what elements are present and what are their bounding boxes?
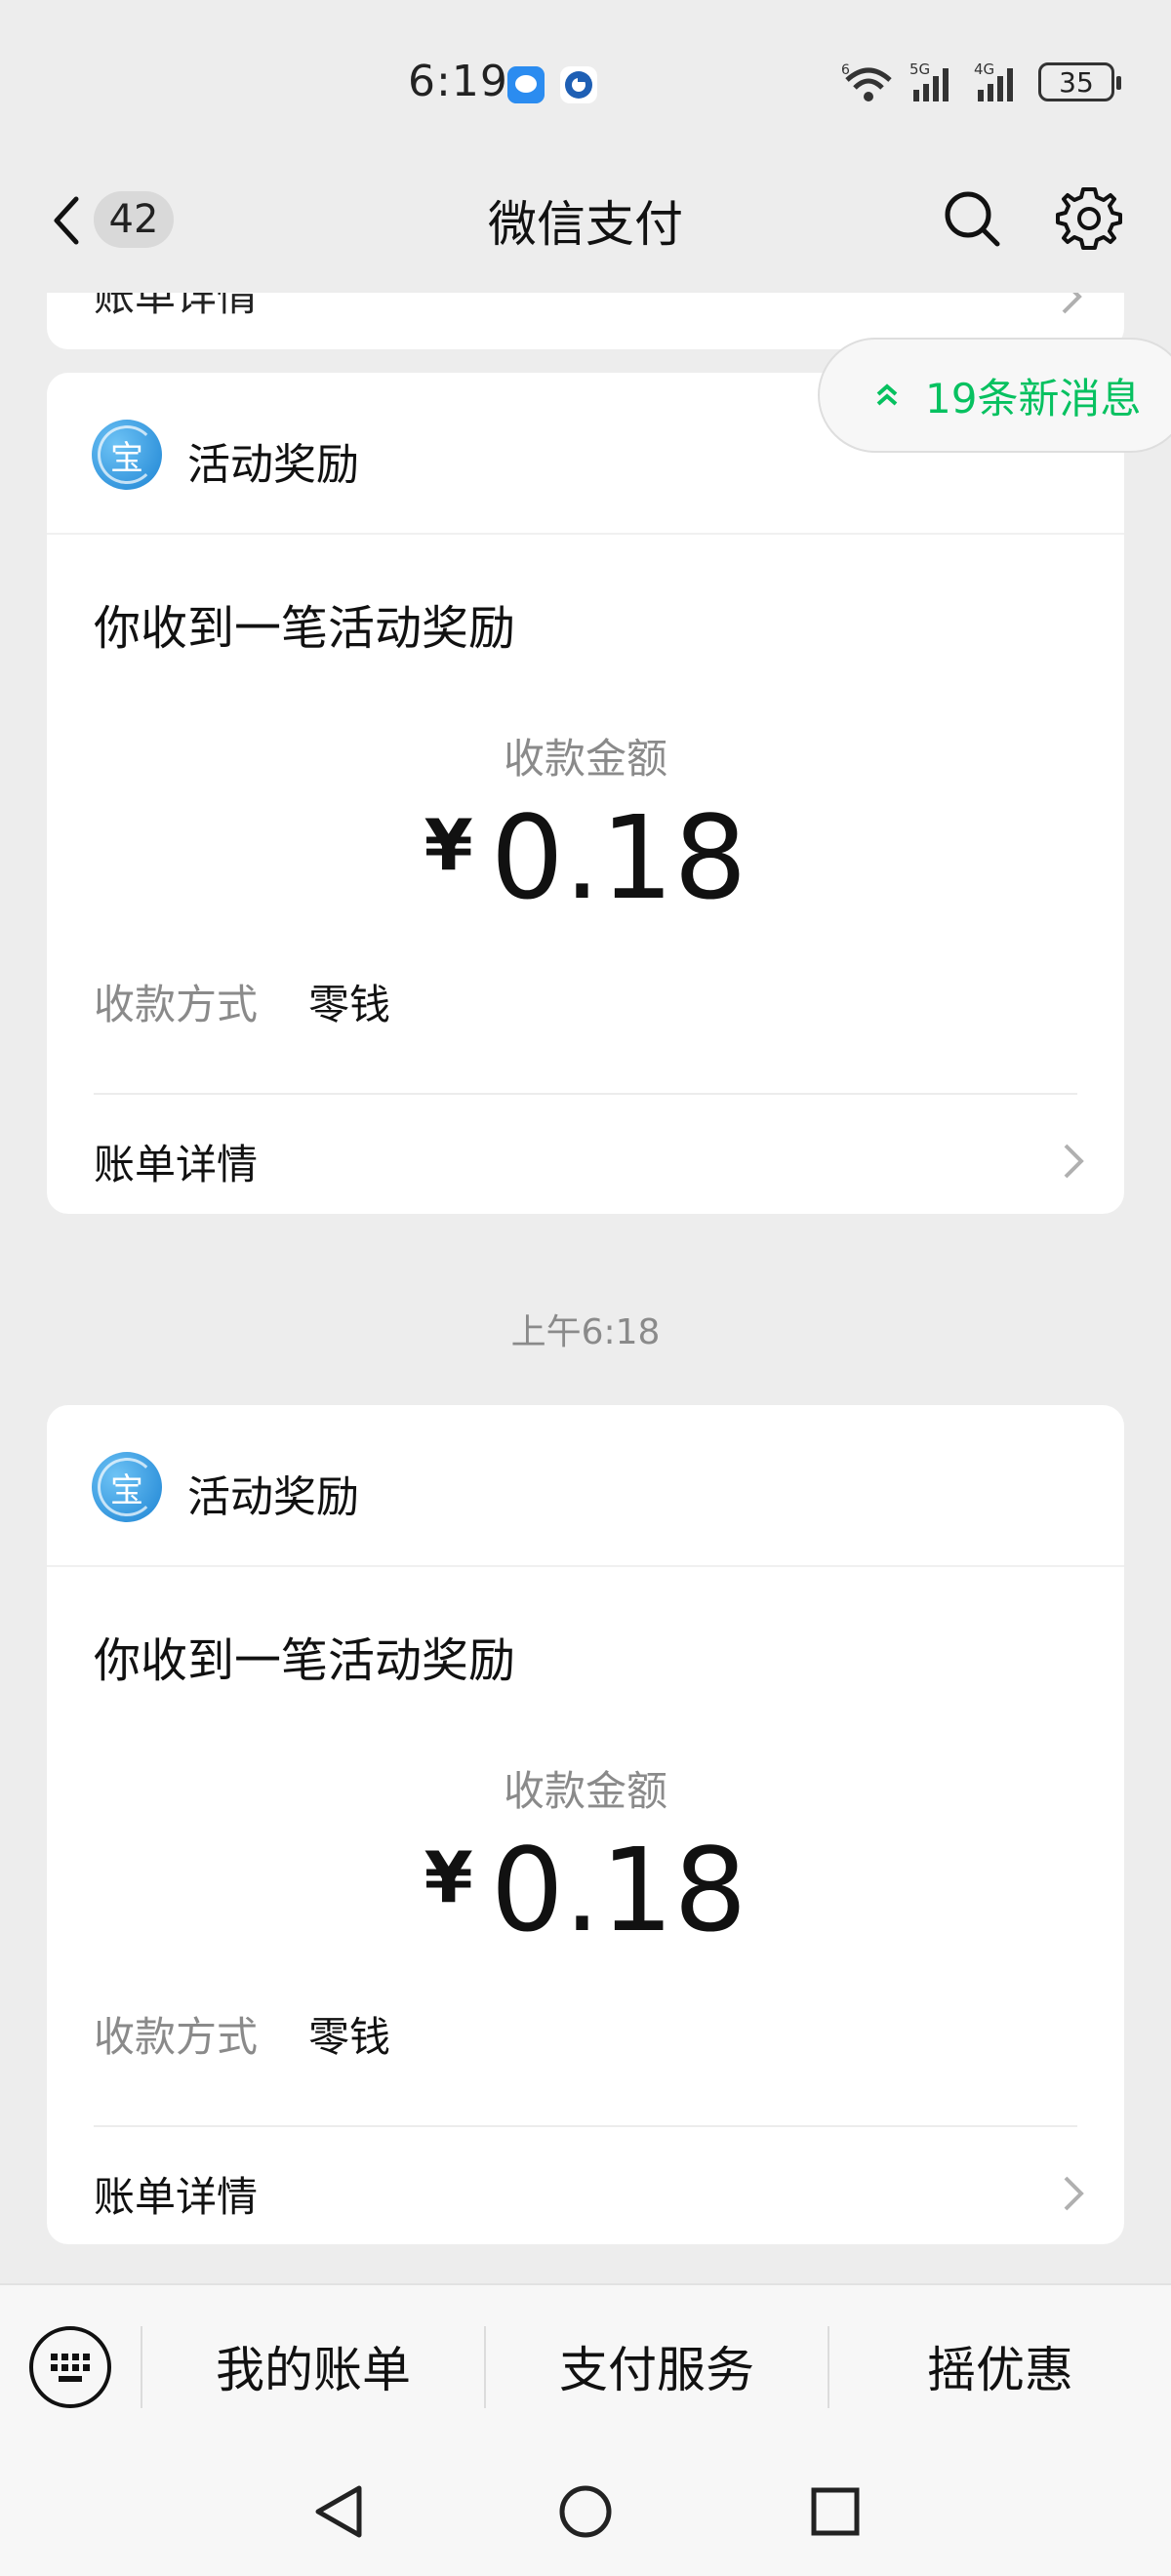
method-label: 收款方式 xyxy=(94,981,259,1028)
bank-notification-icon xyxy=(560,66,597,103)
keyboard-toggle-button[interactable] xyxy=(29,2326,111,2408)
rewards-brand-logo: 宝 xyxy=(92,420,162,490)
amount-value: 0.18 xyxy=(490,790,747,925)
payment-method-row: 收款方式 零钱 xyxy=(94,972,390,1031)
svg-text:5G: 5G xyxy=(909,60,930,78)
home-circle-icon[interactable] xyxy=(556,2482,615,2541)
gear-icon[interactable] xyxy=(1056,185,1122,252)
divider xyxy=(94,2125,1077,2127)
message-timestamp: 上午6:18 xyxy=(510,1312,661,1352)
svg-text:4G: 4G xyxy=(974,60,994,78)
recents-square-icon[interactable] xyxy=(806,2482,865,2541)
divider xyxy=(94,1093,1077,1095)
currency-symbol: ¥ xyxy=(424,1836,473,1918)
status-indicators: 6 5G 4G 35 xyxy=(841,60,1121,103)
payment-method-row: 收款方式 零钱 xyxy=(94,2004,390,2064)
payment-message-card: 宝 活动奖励 你收到一笔活动奖励 收款金额 ¥0.18 收款方式 零钱 账单详情 xyxy=(47,1405,1124,2244)
bill-detail-link[interactable]: 账单详情 xyxy=(94,1116,1085,1206)
amount-label: 收款金额 xyxy=(503,735,667,783)
message-headline: 你收到一笔活动奖励 xyxy=(94,601,516,656)
system-navigation-bar xyxy=(0,2445,1171,2576)
message-headline: 你收到一笔活动奖励 xyxy=(94,1633,516,1688)
rewards-brand-logo: 宝 xyxy=(92,1452,162,1522)
currency-symbol: ¥ xyxy=(424,804,473,886)
bill-detail-label[interactable]: 账单详情 xyxy=(94,293,258,323)
bill-detail-label: 账单详情 xyxy=(94,2172,259,2221)
chevron-right-icon xyxy=(1064,1144,1084,1179)
method-value: 零钱 xyxy=(308,981,391,1028)
back-triangle-icon[interactable] xyxy=(310,2482,367,2541)
menu-item-payment-services[interactable]: 支付服务 xyxy=(486,2285,828,2447)
card-header: 宝 活动奖励 xyxy=(47,1405,1124,1567)
amount-label: 收款金额 xyxy=(503,1767,667,1815)
bill-detail-label: 账单详情 xyxy=(94,1140,259,1188)
signal-5g-icon: 5G xyxy=(909,60,949,101)
signal-4g-icon: 4G xyxy=(974,60,1013,101)
method-value: 零钱 xyxy=(308,2013,391,2061)
chevron-right-icon xyxy=(1062,293,1082,314)
bottom-menu: 我的账单 支付服务 摇优惠 xyxy=(0,2283,1171,2445)
search-icon[interactable] xyxy=(941,187,1003,250)
new-messages-label: 19条新消息 xyxy=(925,374,1142,423)
battery-icon: 35 xyxy=(1038,62,1121,101)
status-time: 6:19 xyxy=(408,57,508,106)
method-label: 收款方式 xyxy=(94,2013,259,2061)
bill-detail-link[interactable]: 账单详情 xyxy=(94,2149,1085,2238)
new-messages-button[interactable]: 19条新消息 xyxy=(818,338,1171,453)
amount: ¥0.18 xyxy=(47,790,1124,925)
menu-item-my-bills[interactable]: 我的账单 xyxy=(142,2285,484,2447)
keyboard-icon xyxy=(51,2354,90,2382)
amount-value: 0.18 xyxy=(490,1823,747,1957)
payment-message-card: 宝 活动奖励 你收到一笔活动奖励 收款金额 ¥0.18 收款方式 零钱 账单详情 xyxy=(47,373,1124,1214)
chevron-right-icon xyxy=(1064,2176,1084,2211)
brand-name: 活动奖励 xyxy=(187,1472,359,1522)
screen: 6:19 6 5G 4G 35 42 微信支付 账单详情 宝 活动奖励 你收到一… xyxy=(0,0,1171,2576)
brand-name: 活动奖励 xyxy=(187,440,359,490)
menu-item-shake-offers[interactable]: 摇优惠 xyxy=(829,2285,1171,2447)
message-notification-icon xyxy=(507,66,545,103)
status-bar: 6:19 6 5G 4G 35 xyxy=(0,0,1171,166)
battery-level: 35 xyxy=(1059,65,1094,99)
wifi-icon: 6 xyxy=(841,62,892,101)
double-chevron-up-icon xyxy=(876,383,898,406)
amount: ¥0.18 xyxy=(47,1823,1124,1957)
